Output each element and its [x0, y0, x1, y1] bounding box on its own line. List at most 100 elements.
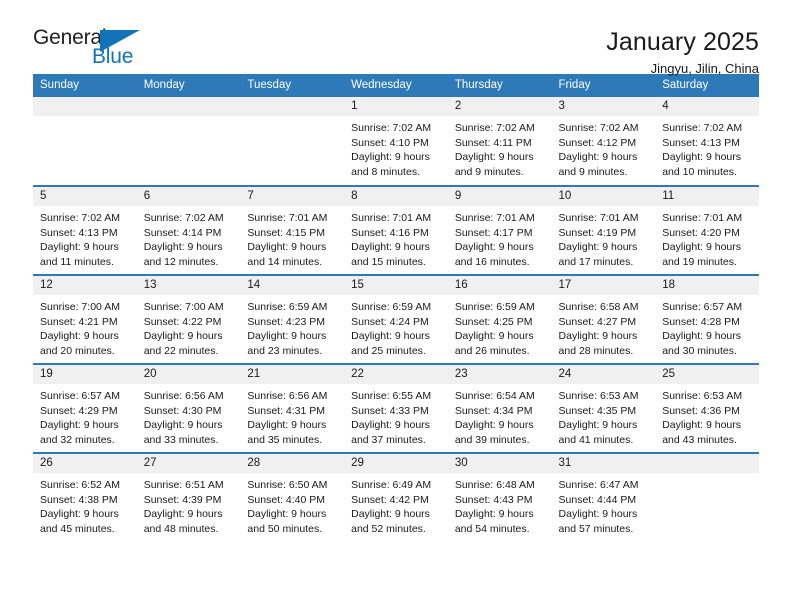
calendar-day-cell[interactable]: 10 Sunrise: 7:01 AM Sunset: 4:19 PM Dayligh… [551, 184, 656, 275]
calendar-day-cell[interactable]: 24 Sunrise: 6:53 AM Sunset: 4:35 PM Dayligh… [551, 362, 656, 453]
calendar-day-cell[interactable]: 3 Sunrise: 7:02 AM Sunset: 4:12 PM Daylight… [551, 96, 656, 186]
calendar-empty-cell [655, 451, 759, 542]
calendar-day-cell[interactable]: 15 Sunrise: 6:59 AM Sunset: 4:24 PM Dayligh… [344, 273, 448, 364]
daylight-text-line1: Daylight: 9 hours [351, 508, 430, 521]
calendar-day-cell[interactable]: 7 Sunrise: 7:01 AM Sunset: 4:15 PM Daylight… [240, 184, 345, 275]
page-header: General Blue January 2025 Jingyu, Jilin,… [33, 0, 759, 76]
calendar-day-cell[interactable]: 25 Sunrise: 6:53 AM Sunset: 4:36 PM Dayligh… [655, 362, 759, 453]
sunrise-text: Sunrise: 7:02 AM [662, 121, 743, 134]
day-sun-info: Sunrise: 7:02 AM Sunset: 4:12 PM Daylight:… [552, 116, 656, 181]
daylight-text-line1: Daylight: 9 hours [558, 151, 638, 164]
sunset-text: Sunset: 4:16 PM [351, 226, 429, 239]
daylight-text-line1: Daylight: 9 hours [351, 241, 430, 254]
day-sun-info: Sunrise: 7:02 AM Sunset: 4:11 PM Daylight:… [448, 116, 552, 181]
day-number: 21 [240, 364, 345, 384]
daylight-text-line1: Daylight: 9 hours [143, 330, 223, 343]
calendar-day-cell[interactable]: 9 Sunrise: 7:01 AM Sunset: 4:17 PM Daylight… [447, 184, 552, 275]
calendar-day-cell[interactable]: 8 Sunrise: 7:01 AM Sunset: 4:16 PM Daylight… [344, 184, 448, 275]
daylight-text-line1: Daylight: 9 hours [40, 419, 119, 432]
calendar-day-cell[interactable]: 18 Sunrise: 6:57 AM Sunset: 4:28 PM Dayligh… [655, 273, 759, 364]
daylight-text-line1: Daylight: 9 hours [143, 419, 223, 432]
daylight-text-line2: and 35 minutes. [247, 434, 323, 447]
daylight-text-line1: Daylight: 9 hours [558, 330, 638, 343]
calendar-day-cell[interactable]: 30 Sunrise: 6:48 AM Sunset: 4:43 PM Dayligh… [447, 451, 552, 542]
sunset-text: Sunset: 4:39 PM [143, 493, 222, 506]
calendar-day-cell[interactable]: 6 Sunrise: 7:02 AM Sunset: 4:14 PM Daylight… [136, 184, 241, 275]
day-number: 28 [240, 453, 345, 473]
sunrise-text: Sunrise: 6:47 AM [558, 478, 639, 491]
day-number [240, 96, 345, 116]
day-sun-info: Sunrise: 6:48 AM Sunset: 4:43 PM Daylight:… [448, 473, 552, 538]
daylight-text-line2: and 37 minutes. [351, 434, 426, 447]
page-subtitle-location: Jingyu, Jilin, China [650, 61, 759, 76]
sunset-text: Sunset: 4:11 PM [454, 136, 532, 149]
calendar-day-cell[interactable]: 27 Sunrise: 6:51 AM Sunset: 4:39 PM Dayligh… [136, 451, 241, 542]
sunset-text: Sunset: 4:10 PM [351, 136, 429, 149]
calendar-day-cell[interactable]: 14 Sunrise: 6:59 AM Sunset: 4:23 PM Dayligh… [240, 273, 345, 364]
sunset-text: Sunset: 4:36 PM [662, 404, 740, 417]
calendar-day-cell[interactable]: 1 Sunrise: 7:02 AM Sunset: 4:10 PM Daylight… [344, 96, 448, 186]
daylight-text-line1: Daylight: 9 hours [558, 508, 638, 521]
calendar-day-cell[interactable]: 13 Sunrise: 7:00 AM Sunset: 4:22 PM Dayligh… [136, 273, 241, 364]
calendar-table: Sunday Monday Tuesday Wednesday Thursday… [33, 74, 759, 542]
day-number: 10 [551, 186, 656, 206]
daylight-text-line1: Daylight: 9 hours [40, 241, 119, 254]
day-number: 8 [344, 186, 448, 206]
calendar-day-cell[interactable]: 22 Sunrise: 6:55 AM Sunset: 4:33 PM Dayligh… [344, 362, 448, 453]
daylight-text-line1: Daylight: 9 hours [662, 330, 742, 343]
daylight-text-line1: Daylight: 9 hours [351, 330, 430, 343]
sunset-text: Sunset: 4:31 PM [247, 404, 326, 417]
day-number: 17 [551, 275, 656, 295]
daylight-text-line1: Daylight: 9 hours [351, 419, 430, 432]
daylight-text-line1: Daylight: 9 hours [454, 241, 534, 254]
sunrise-text: Sunrise: 6:50 AM [247, 478, 328, 491]
day-sun-info: Sunrise: 6:59 AM Sunset: 4:23 PM Daylight:… [240, 295, 344, 360]
daylight-text-line2: and 9 minutes. [558, 166, 628, 179]
day-number: 16 [447, 275, 552, 295]
calendar-week-row: 26 Sunrise: 6:52 AM Sunset: 4:38 PM Dayligh… [33, 451, 759, 542]
calendar-day-cell[interactable]: 26 Sunrise: 6:52 AM Sunset: 4:38 PM Dayligh… [33, 451, 137, 542]
daylight-text-line2: and 25 minutes. [351, 345, 426, 358]
sunset-text: Sunset: 4:30 PM [143, 404, 222, 417]
day-sun-info: Sunrise: 7:01 AM Sunset: 4:17 PM Daylight:… [448, 206, 552, 271]
general-blue-logo[interactable]: General Blue [33, 27, 163, 73]
calendar-day-cell[interactable]: 20 Sunrise: 6:56 AM Sunset: 4:30 PM Dayligh… [136, 362, 241, 453]
sunset-text: Sunset: 4:38 PM [40, 493, 118, 506]
day-sun-info: Sunrise: 6:49 AM Sunset: 4:42 PM Daylight:… [344, 473, 448, 538]
day-number: 1 [344, 96, 448, 116]
sunrise-text: Sunrise: 6:56 AM [143, 389, 224, 402]
sunset-text: Sunset: 4:20 PM [662, 226, 740, 239]
daylight-text-line2: and 10 minutes. [662, 166, 737, 179]
sunset-text: Sunset: 4:23 PM [247, 315, 326, 328]
daylight-text-line2: and 41 minutes. [558, 434, 634, 447]
calendar-page: General Blue January 2025 Jingyu, Jilin,… [0, 0, 792, 612]
day-number: 22 [344, 364, 448, 384]
sunrise-text: Sunrise: 6:59 AM [454, 300, 535, 313]
calendar-day-cell[interactable]: 2 Sunrise: 7:02 AM Sunset: 4:11 PM Daylight… [447, 96, 552, 186]
sunrise-text: Sunrise: 6:53 AM [662, 389, 743, 402]
calendar-day-cell[interactable]: 5 Sunrise: 7:02 AM Sunset: 4:13 PM Daylight… [33, 184, 137, 275]
calendar-day-cell[interactable]: 21 Sunrise: 6:56 AM Sunset: 4:31 PM Dayligh… [240, 362, 345, 453]
day-sun-info: Sunrise: 6:59 AM Sunset: 4:25 PM Daylight:… [448, 295, 552, 360]
daylight-text-line1: Daylight: 9 hours [454, 330, 534, 343]
calendar-day-cell[interactable]: 31 Sunrise: 6:47 AM Sunset: 4:44 PM Dayligh… [551, 451, 656, 542]
daylight-text-line1: Daylight: 9 hours [143, 241, 223, 254]
calendar-day-cell[interactable]: 28 Sunrise: 6:50 AM Sunset: 4:40 PM Dayligh… [240, 451, 345, 542]
daylight-text-line2: and 30 minutes. [662, 345, 737, 358]
day-sun-info: Sunrise: 6:56 AM Sunset: 4:30 PM Daylight:… [137, 384, 241, 449]
day-number: 29 [344, 453, 448, 473]
calendar-day-cell[interactable]: 29 Sunrise: 6:49 AM Sunset: 4:42 PM Dayligh… [344, 451, 448, 542]
daylight-text-line2: and 48 minutes. [143, 523, 219, 536]
calendar-day-cell[interactable]: 12 Sunrise: 7:00 AM Sunset: 4:21 PM Dayligh… [33, 273, 137, 364]
calendar-day-cell[interactable]: 19 Sunrise: 6:57 AM Sunset: 4:29 PM Dayligh… [33, 362, 137, 453]
day-sun-info: Sunrise: 7:01 AM Sunset: 4:19 PM Daylight:… [552, 206, 656, 271]
sunrise-text: Sunrise: 6:55 AM [351, 389, 432, 402]
day-sun-info: Sunrise: 7:01 AM Sunset: 4:15 PM Daylight:… [240, 206, 344, 271]
calendar-day-cell[interactable]: 11 Sunrise: 7:01 AM Sunset: 4:20 PM Dayligh… [655, 184, 759, 275]
calendar-day-cell[interactable]: 16 Sunrise: 6:59 AM Sunset: 4:25 PM Dayligh… [447, 273, 552, 364]
calendar-day-cell[interactable]: 4 Sunrise: 7:02 AM Sunset: 4:13 PM Daylight… [655, 96, 759, 186]
sunrise-text: Sunrise: 7:00 AM [40, 300, 120, 313]
calendar-day-cell[interactable]: 17 Sunrise: 6:58 AM Sunset: 4:27 PM Dayligh… [551, 273, 656, 364]
sunrise-text: Sunrise: 6:59 AM [351, 300, 432, 313]
calendar-day-cell[interactable]: 23 Sunrise: 6:54 AM Sunset: 4:34 PM Dayligh… [447, 362, 552, 453]
